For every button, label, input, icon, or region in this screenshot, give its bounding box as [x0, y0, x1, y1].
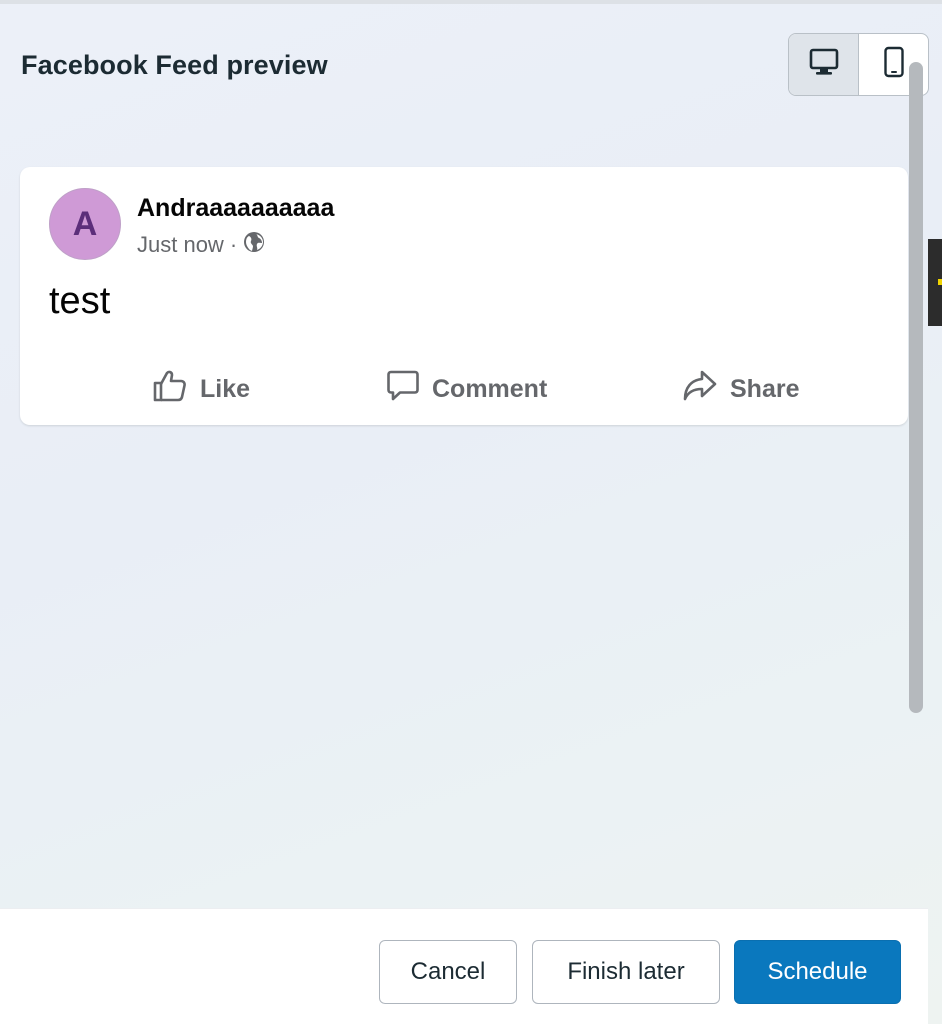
like-button[interactable]: Like — [152, 367, 250, 411]
post-timestamp: Just now — [137, 232, 224, 257]
cancel-button[interactable]: Cancel — [379, 940, 517, 1004]
post-text: test — [49, 280, 111, 322]
thumbs-up-icon — [152, 369, 188, 410]
mobile-icon — [883, 46, 905, 83]
finish-later-button[interactable]: Finish later — [532, 940, 720, 1004]
avatar: A — [49, 188, 121, 260]
footer-actions: Cancel Finish later Schedule — [0, 908, 928, 1024]
page-title: Facebook Feed preview — [21, 50, 328, 80]
scrollbar-thumb[interactable] — [909, 62, 923, 713]
post-meta: Just now · — [137, 231, 265, 259]
globe-icon — [243, 231, 265, 259]
side-panel-indicator — [938, 279, 942, 285]
view-toggle — [788, 33, 929, 96]
post-actions: Like Comment Share — [20, 367, 908, 411]
desktop-view-button[interactable] — [789, 34, 859, 95]
comment-button[interactable]: Comment — [386, 367, 547, 411]
share-button[interactable]: Share — [682, 367, 799, 411]
post-preview-card: A Andraaaaaaaaaa Just now · test Like Co… — [20, 167, 908, 425]
author-name: Andraaaaaaaaaa — [137, 194, 335, 222]
meta-separator: · — [229, 232, 238, 257]
share-label: Share — [730, 374, 800, 403]
share-icon — [682, 369, 718, 410]
like-label: Like — [200, 374, 251, 403]
comment-label: Comment — [432, 374, 548, 403]
schedule-button[interactable]: Schedule — [734, 940, 901, 1004]
comment-icon — [386, 369, 420, 410]
top-edge — [0, 0, 942, 4]
desktop-icon — [808, 47, 840, 82]
